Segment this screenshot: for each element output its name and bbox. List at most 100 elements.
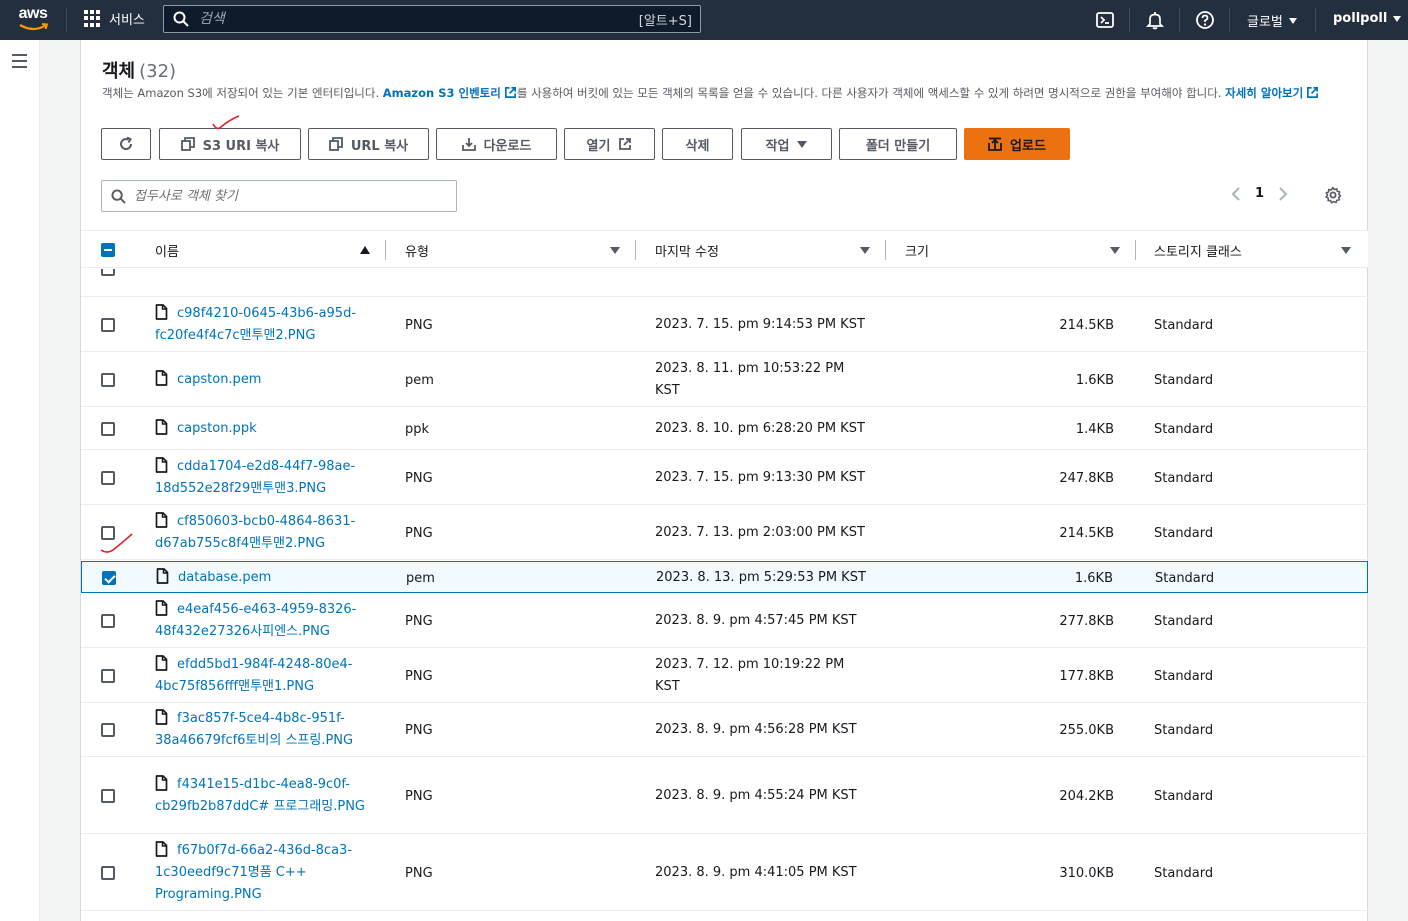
top-navigation: aws 서비스 [알트+S] 글로벌 xyxy=(0,0,1408,40)
object-name-link[interactable]: cf850603-bcb0-4864-8631-d67ab755c8f4맨투맨2… xyxy=(155,511,370,555)
search-input[interactable] xyxy=(189,11,639,27)
refresh-button[interactable] xyxy=(101,128,151,160)
row-checkbox[interactable] xyxy=(101,866,115,880)
object-storage-class: Standard xyxy=(1154,722,1214,738)
upload-button[interactable]: 업로드 xyxy=(964,128,1070,160)
region-selector[interactable]: 글로벌 xyxy=(1247,11,1297,30)
table-row[interactable]: f67b0f7d-66a2-436d-8ca3-1c30eedf9c71명품 C… xyxy=(81,835,1368,911)
pagination: 1 xyxy=(1231,186,1288,201)
table-row[interactable]: 41a277dcdcca평행우주.PNGPNG2023. 8. 9. pm 4:… xyxy=(81,269,1368,297)
table-row[interactable]: f3ac857f-5ce4-4b8c-951f-38a46679fcf6토비의 … xyxy=(81,703,1368,757)
table-row[interactable]: database.pem pem 2023. 8. 13. pm 5:29:53 P… xyxy=(81,561,1368,593)
row-checkbox[interactable] xyxy=(101,269,115,276)
sort-caret-icon[interactable] xyxy=(1110,247,1120,254)
external-link-icon xyxy=(504,87,516,98)
table-row[interactable]: capston.ppk ppk 2023. 8. 10. pm 6:28:20 PM… xyxy=(81,408,1368,450)
bell-icon[interactable] xyxy=(1145,10,1165,30)
table-row[interactable]: efdd5bd1-984f-4248-80e4-4bc75f856fff맨투맨1… xyxy=(81,649,1368,703)
upload-icon xyxy=(988,137,1002,151)
table-row[interactable]: e4eaf456-e463-4959-8326-48f432e27326사피엔스… xyxy=(81,594,1368,648)
row-checkbox[interactable] xyxy=(101,526,115,540)
object-last-modified: 2023. 7. 15. pm 9:13:30 PM KST xyxy=(655,470,865,485)
actions-dropdown[interactable]: 작업 xyxy=(741,128,832,160)
object-last-modified: 2023. 8. 9. pm 4:55:24 PM KST xyxy=(655,788,857,803)
table-row[interactable]: c98f4210-0645-43b6-a95d-fc20fe4f4c7c맨투맨2… xyxy=(81,298,1368,352)
file-icon xyxy=(155,512,168,528)
row-checkbox[interactable] xyxy=(101,669,115,683)
object-name-link[interactable]: e4eaf456-e463-4959-8326-48f432e27326사피엔스… xyxy=(155,599,370,643)
object-storage-class: Standard xyxy=(1154,613,1214,629)
caret-down-icon xyxy=(797,140,808,148)
object-last-modified: 2023. 8. 11. pm 10:53:22 PM KST xyxy=(655,361,845,398)
delete-button[interactable]: 삭제 xyxy=(662,128,733,160)
row-checkbox[interactable] xyxy=(101,471,115,485)
row-checkbox[interactable] xyxy=(101,723,115,737)
file-icon xyxy=(155,655,168,671)
gear-icon[interactable] xyxy=(1324,186,1342,204)
sort-caret-icon[interactable] xyxy=(860,247,870,254)
open-button[interactable]: 열기 xyxy=(564,128,655,160)
object-name-link[interactable]: f67b0f7d-66a2-436d-8ca3-1c30eedf9c71명품 C… xyxy=(155,840,370,906)
object-name-link[interactable]: efdd5bd1-984f-4248-80e4-4bc75f856fff맨투맨1… xyxy=(155,654,370,698)
object-last-modified: 2023. 7. 12. pm 10:19:22 PM KST xyxy=(655,657,845,694)
column-name[interactable]: 이름 xyxy=(155,231,179,269)
caret-down-icon xyxy=(1393,15,1402,22)
row-checkbox[interactable] xyxy=(101,373,115,387)
learn-more-link[interactable]: 자세히 알아보기 xyxy=(1225,86,1319,100)
row-checkbox[interactable] xyxy=(101,318,115,332)
object-last-modified: 2023. 8. 13. pm 5:29:53 PM KST xyxy=(656,570,866,585)
menu-icon[interactable] xyxy=(12,54,27,72)
object-name-link[interactable]: database.pem xyxy=(156,567,371,589)
aws-logo[interactable]: aws xyxy=(16,6,50,32)
current-page[interactable]: 1 xyxy=(1255,186,1264,201)
chevron-right-icon[interactable] xyxy=(1278,186,1288,201)
column-modified[interactable]: 마지막 수정 xyxy=(655,231,719,269)
file-icon xyxy=(156,568,169,584)
row-checkbox[interactable] xyxy=(101,789,115,803)
column-type[interactable]: 유형 xyxy=(405,231,429,269)
object-name-link[interactable]: capston.pem xyxy=(155,369,370,391)
create-folder-button[interactable]: 폴더 만들기 xyxy=(839,128,957,160)
table-row[interactable]: cdda1704-e2d8-44f7-98ae-18d552e28f29맨투맨3… xyxy=(81,451,1368,505)
copy-url-button[interactable]: URL 복사 xyxy=(308,128,429,160)
object-type: pem xyxy=(405,372,434,388)
help-icon[interactable] xyxy=(1195,10,1215,30)
download-button[interactable]: 다운로드 xyxy=(436,128,557,160)
row-checkbox[interactable] xyxy=(102,571,116,585)
table-row[interactable]: cf850603-bcb0-4864-8631-d67ab755c8f4맨투맨2… xyxy=(81,506,1368,560)
cloudshell-icon[interactable] xyxy=(1095,10,1115,30)
table-row[interactable]: capston.pem pem 2023. 8. 11. pm 10:53:22 P… xyxy=(81,353,1368,407)
table-row[interactable]: test-pem.pempem2023. 8. 10. pm 6:42:07 P… xyxy=(81,912,1368,921)
sort-ascending-icon[interactable] xyxy=(360,246,370,254)
copy-icon xyxy=(328,137,343,151)
sort-caret-icon[interactable] xyxy=(1341,247,1351,254)
table-header: 이름 유형 마지막 수정 크기 스토리지 클래스 xyxy=(81,230,1368,268)
chevron-left-icon[interactable] xyxy=(1231,186,1241,201)
page-title: 객체 (32) xyxy=(102,61,177,82)
column-storage-class[interactable]: 스토리지 클래스 xyxy=(1154,231,1242,269)
row-checkbox[interactable] xyxy=(101,422,115,436)
object-name-link[interactable]: c98f4210-0645-43b6-a95d-fc20fe4f4c7c맨투맨2… xyxy=(155,303,370,347)
select-all-checkbox[interactable] xyxy=(101,243,115,257)
sort-caret-icon[interactable] xyxy=(610,247,620,254)
prefix-filter[interactable] xyxy=(101,180,457,212)
object-name-link[interactable]: f3ac857f-5ce4-4b8c-951f-38a46679fcf6토비의 … xyxy=(155,708,370,752)
file-icon xyxy=(155,841,168,857)
object-size: 1.6KB xyxy=(1074,570,1113,586)
object-name-link[interactable]: capston.ppk xyxy=(155,418,370,440)
copy-s3-uri-button[interactable]: S3 URI 복사 xyxy=(159,128,301,160)
object-last-modified: 2023. 7. 13. pm 2:03:00 PM KST xyxy=(655,525,865,540)
object-name-link[interactable]: f4341e15-d1bc-4ea8-9c0f-cb29fb2b87ddC# 프… xyxy=(155,774,370,818)
object-name-link[interactable]: cdda1704-e2d8-44f7-98ae-18d552e28f29맨투맨3… xyxy=(155,456,370,500)
global-search[interactable]: [알트+S] xyxy=(163,5,701,33)
external-link-icon xyxy=(619,138,632,150)
services-menu-button[interactable]: 서비스 xyxy=(84,9,145,28)
table-row[interactable]: f4341e15-d1bc-4ea8-9c0f-cb29fb2b87ddC# 프… xyxy=(81,758,1368,834)
object-last-modified: 2023. 8. 9. pm 4:41:05 PM KST xyxy=(655,865,857,880)
column-size[interactable]: 크기 xyxy=(905,231,929,269)
object-storage-class: Standard xyxy=(1154,421,1214,437)
row-checkbox[interactable] xyxy=(101,614,115,628)
account-menu[interactable]: pollpoll xyxy=(1333,11,1402,26)
inventory-link[interactable]: Amazon S3 인벤토리 xyxy=(383,86,517,100)
prefix-filter-input[interactable] xyxy=(126,188,456,204)
